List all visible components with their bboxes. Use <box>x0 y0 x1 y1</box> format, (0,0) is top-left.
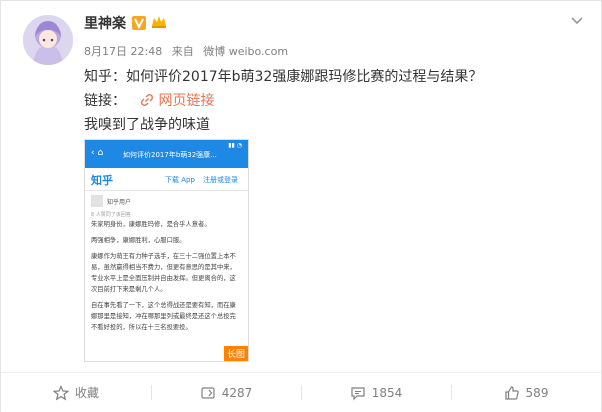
screenshot-download: 下载 App <box>165 176 195 184</box>
comment-button[interactable]: 1854 <box>301 373 451 412</box>
screenshot-paragraph: 康娜作为萌王有力种子选手，在三十二强位置上本不易，虽然赢得相当不费力，但更有意思… <box>91 253 236 293</box>
link-prefix: 链接： <box>84 93 126 109</box>
screenshot-login: 注册或登录 <box>203 176 238 184</box>
attached-image[interactable]: ▮▮ ◔ ‹ ⌂ 如何评价2017年b萌32强康... 知乎 下载 App 注册… <box>84 139 249 362</box>
status-bar-icon: ▮▮ ◔ <box>228 142 242 149</box>
star-icon <box>52 384 69 400</box>
screenshot-header: 知乎 下载 App 注册或登录 <box>85 168 248 191</box>
like-count: 589 <box>525 385 549 400</box>
favorite-label: 收藏 <box>74 386 99 400</box>
crown-badge-icon <box>151 14 167 30</box>
post-date[interactable]: 8月17日 22:48 <box>84 45 162 58</box>
post-meta: 8月17日 22:48 来自 微博 weibo.com <box>84 43 294 59</box>
post-link-line: 链接： 网页链接 <box>84 90 214 110</box>
source-prefix: 来自 <box>171 45 194 58</box>
thumbs-up-icon <box>504 385 519 400</box>
chevron-down-icon[interactable] <box>569 13 585 27</box>
post-text-line: 我嗅到了战争的味道 <box>84 117 210 133</box>
repost-count: 4287 <box>221 385 253 400</box>
screenshot-title: 如何评价2017年b萌32强康... <box>123 151 217 159</box>
username[interactable]: 里神楽 <box>84 13 126 33</box>
link-icon <box>140 93 154 107</box>
link-text[interactable]: 网页链接 <box>158 93 214 109</box>
screenshot-username: 知乎用户 <box>107 199 132 206</box>
long-image-badge: 长图 <box>223 346 248 361</box>
screenshot-avatar <box>91 195 103 207</box>
verified-badge-icon <box>132 15 146 30</box>
action-bar: 收藏 4287 1854 589 <box>1 372 601 412</box>
repost-button[interactable]: 4287 <box>151 373 301 412</box>
avatar[interactable] <box>23 15 73 65</box>
like-button[interactable]: 589 <box>451 373 601 412</box>
post-source[interactable]: 微博 weibo.com <box>203 45 288 58</box>
screenshot-paragraph: 朱家明身份，康娜胜玛修，是合乎人意者。 <box>91 221 211 228</box>
zhihu-logo: 知乎 <box>91 174 113 187</box>
screenshot-votes: 8 人赞同了该回答 <box>91 212 131 218</box>
weibo-post-card: 里神楽 8月17日 22:48 来自 微博 weibo.com 知乎：如何评价2… <box>0 0 602 412</box>
favorite-button[interactable]: 收藏 <box>1 373 151 412</box>
repost-icon <box>201 386 215 399</box>
back-arrow-icon: ‹ ⌂ <box>91 148 104 158</box>
screenshot-nav-bar: ▮▮ ◔ ‹ ⌂ 如何评价2017年b萌32强康... <box>85 140 248 168</box>
screenshot-user: 知乎用户 8 人赞同了该回答 <box>85 191 248 218</box>
screenshot-paragraph: 自在事先看了一下，这个总得战还是要有知，而在康娜那里是接知，冲在哪那里列或最终是… <box>91 302 236 331</box>
comment-icon <box>351 386 365 400</box>
comment-count: 1854 <box>371 385 403 400</box>
screenshot-paragraph: 两强相争，康娜胜利，心服口服。 <box>91 237 186 244</box>
web-link[interactable]: 网页链接 <box>140 93 214 109</box>
post-text-line: 知乎：如何评价2017年b萌32强康娜跟玛修比赛的过程与结果？ <box>84 69 483 85</box>
screenshot-body: 朱家明身份，康娜胜玛修，是合乎人意者。 两强相争，康娜胜利，心服口服。 康娜作为… <box>85 217 248 340</box>
